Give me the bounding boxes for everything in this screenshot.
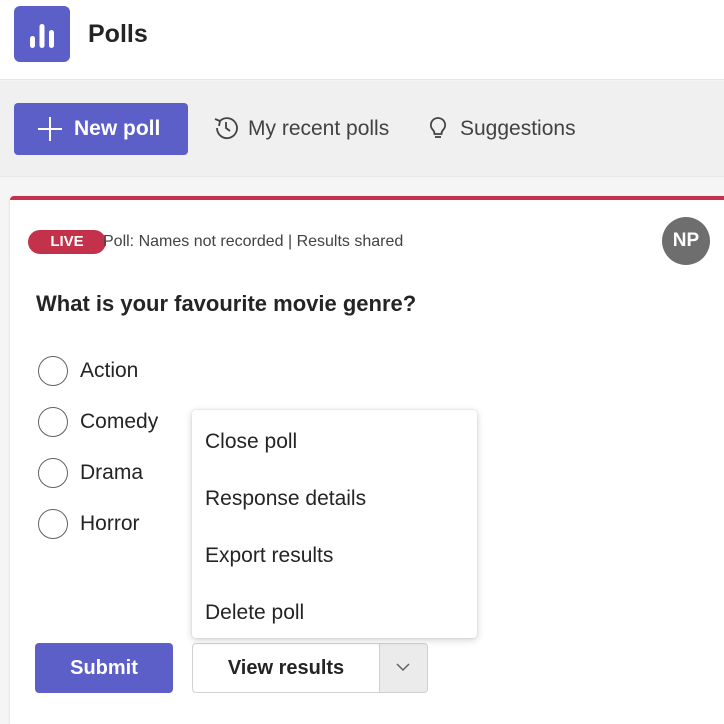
my-recent-polls-label: My recent polls — [248, 117, 390, 140]
option-label: Drama — [80, 461, 144, 484]
radio-button[interactable] — [38, 509, 68, 539]
lightbulb-icon — [424, 114, 452, 148]
option-label: Horror — [80, 512, 140, 535]
radio-button[interactable] — [38, 458, 68, 488]
new-poll-label: New poll — [74, 117, 161, 140]
menu-item-label: Delete poll — [205, 601, 305, 624]
suggestions-link[interactable]: Suggestions — [424, 117, 594, 145]
live-status-badge: LIVE — [28, 230, 106, 254]
view-results-button[interactable]: View results — [193, 644, 379, 692]
menu-item-export-results[interactable]: Export results — [192, 526, 477, 582]
view-results-dropdown-button[interactable] — [379, 644, 427, 692]
option-horror[interactable]: Horror — [38, 509, 198, 541]
history-icon — [212, 114, 240, 148]
poll-bars-icon — [14, 6, 70, 62]
toolbar: New poll My recent polls Suggestions — [0, 81, 724, 177]
chevron-down-icon — [396, 663, 410, 672]
option-comedy[interactable]: Comedy — [38, 407, 198, 439]
menu-item-response-details[interactable]: Response details — [192, 469, 477, 525]
new-poll-button[interactable]: New poll — [14, 103, 188, 155]
menu-item-close-poll[interactable]: Close poll — [192, 412, 477, 468]
poll-question: What is your favourite movie genre? — [36, 291, 417, 316]
view-results-split-button: View results — [192, 643, 428, 693]
plus-icon — [36, 115, 64, 148]
menu-item-label: Export results — [205, 544, 334, 567]
app-title: Polls — [88, 20, 148, 48]
radio-button[interactable] — [38, 407, 68, 437]
option-drama[interactable]: Drama — [38, 458, 198, 490]
poll-actions-menu: Close poll Response details Export resul… — [192, 410, 477, 638]
suggestions-label: Suggestions — [460, 117, 576, 140]
app-header: Polls — [0, 0, 724, 80]
submit-button[interactable]: Submit — [35, 643, 173, 693]
menu-item-label: Response details — [205, 487, 367, 510]
menu-item-label: Close poll — [205, 430, 298, 453]
menu-item-delete-poll[interactable]: Delete poll — [192, 583, 477, 639]
radio-button[interactable] — [38, 356, 68, 386]
option-label: Action — [80, 359, 139, 382]
option-action[interactable]: Action — [38, 356, 198, 388]
my-recent-polls-link[interactable]: My recent polls — [212, 117, 412, 145]
avatar: NP — [662, 217, 710, 265]
poll-settings-text: Poll: Names not recorded | Results share… — [103, 233, 404, 250]
option-label: Comedy — [80, 410, 159, 433]
